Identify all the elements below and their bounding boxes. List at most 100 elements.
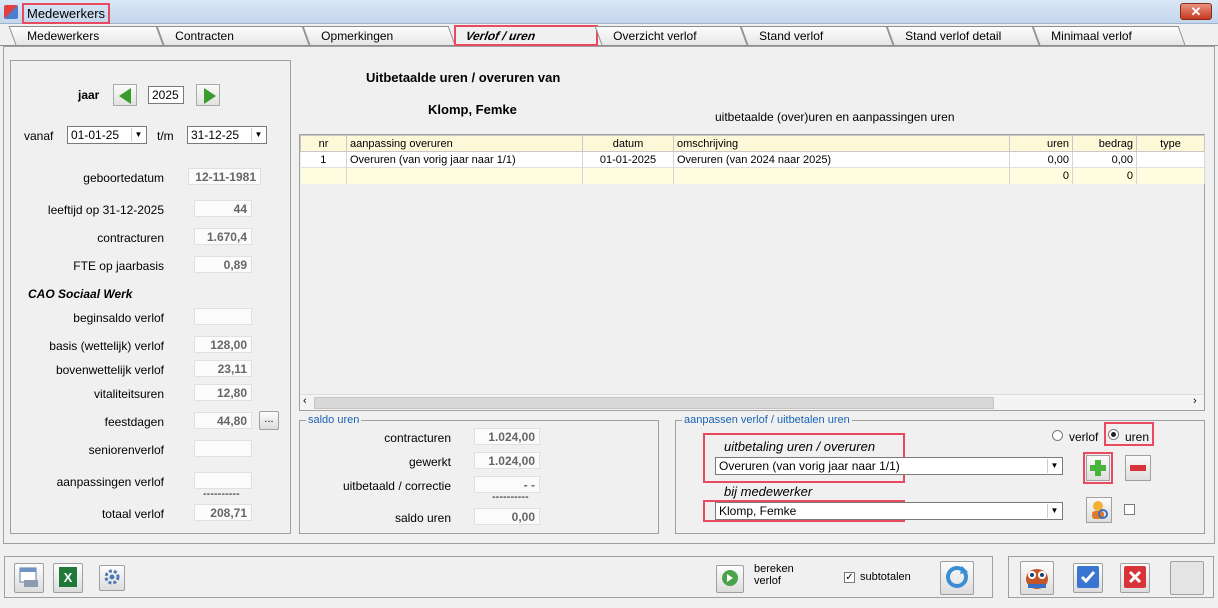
- grid-header-row: nr aanpassing overuren datum omschrijvin…: [300, 135, 1205, 152]
- column-header[interactable]: datum: [582, 135, 674, 152]
- column-header[interactable]: uren: [1009, 135, 1073, 152]
- medewerker-select[interactable]: Klomp, Femke ▼: [715, 502, 1063, 520]
- cell-aanpassing: [346, 167, 583, 184]
- jaar-input[interactable]: 2025: [148, 86, 184, 104]
- cell-uren: 0,00: [1009, 151, 1073, 168]
- tab-overzicht-verlof[interactable]: Overzicht verlof: [594, 26, 748, 45]
- column-header[interactable]: bedrag: [1072, 135, 1137, 152]
- cell-uren-total: 0: [1009, 167, 1073, 184]
- tab-minimaal-verlof[interactable]: Minimaal verlof: [1032, 26, 1186, 45]
- next-year-button[interactable]: [196, 84, 220, 106]
- contracturen-value: 1.670,4: [194, 228, 252, 245]
- saldo-contracturen-value: 1.024,00: [474, 428, 540, 445]
- cell-nr: 1: [300, 151, 347, 168]
- medewerker-checkbox[interactable]: [1124, 504, 1135, 515]
- divider-dashes: ----------: [492, 491, 529, 503]
- tab-stand-verlof[interactable]: Stand verlof: [740, 26, 894, 45]
- feestdagen-details-button[interactable]: ...: [259, 411, 279, 430]
- totals-row[interactable]: 0 0: [300, 167, 1205, 184]
- field-label: basis (wettelijk) verlof: [49, 339, 164, 353]
- cell-datum: [582, 167, 674, 184]
- horizontal-scrollbar[interactable]: ‹ ›: [300, 394, 1204, 410]
- scroll-thumb[interactable]: [314, 397, 994, 409]
- tab-opmerkingen[interactable]: Opmerkingen: [302, 26, 456, 45]
- field-label: gewerkt: [408, 455, 451, 469]
- column-header[interactable]: omschrijving: [673, 135, 1010, 152]
- tab-verlof-uren[interactable]: Verlof / uren: [454, 25, 598, 46]
- app-icon: [4, 5, 18, 19]
- cell-bedrag-total: 0: [1072, 167, 1137, 184]
- table-row[interactable]: 1 Overuren (van vorig jaar naar 1/1) 01-…: [300, 151, 1205, 168]
- subtotalen-label: subtotalen: [860, 571, 911, 583]
- chevron-down-icon: ▼: [1047, 504, 1061, 518]
- plus-icon: [1090, 460, 1106, 476]
- leeftijd-value: 44: [194, 200, 252, 217]
- tab-medewerkers[interactable]: Medewerkers: [8, 26, 164, 45]
- cancel-button[interactable]: [1120, 563, 1150, 593]
- scroll-right-icon[interactable]: ›: [1193, 395, 1197, 407]
- report-button[interactable]: [14, 563, 44, 593]
- field-label: vitaliteitsuren: [93, 387, 164, 401]
- scroll-left-icon[interactable]: ‹: [303, 395, 307, 407]
- jaar-label: jaar: [78, 88, 100, 102]
- refresh-icon: [946, 566, 968, 588]
- add-button[interactable]: [1086, 455, 1110, 481]
- chevron-down-icon: ▼: [1047, 459, 1061, 473]
- cell-datum: 01-01-2025: [582, 151, 674, 168]
- cell-aanpassing: Overuren (van vorig jaar naar 1/1): [346, 151, 583, 168]
- bereken-verlof-button[interactable]: [716, 565, 744, 593]
- chevron-down-icon: ▼: [131, 128, 145, 142]
- saldo-gewerkt-value: 1.024,00: [474, 452, 540, 469]
- remove-button[interactable]: [1125, 455, 1151, 481]
- svg-text:X: X: [64, 570, 73, 585]
- report-icon: [19, 567, 38, 587]
- aanpassen-group-title: aanpassen verlof / uitbetalen uren: [682, 414, 852, 426]
- excel-export-button[interactable]: X: [53, 563, 83, 593]
- calculate-icon: [722, 570, 738, 586]
- subtotalen-checkbox[interactable]: ✓: [844, 572, 855, 583]
- settings-button[interactable]: [99, 565, 125, 591]
- confirm-button[interactable]: [1073, 563, 1103, 593]
- field-label: saldo uren: [394, 511, 451, 525]
- geboortedatum-value: 12-11-1981: [188, 168, 261, 185]
- excel-icon: X: [59, 567, 77, 587]
- help-button[interactable]: [1020, 561, 1054, 595]
- tab-stand-verlof-detail[interactable]: Stand verlof detail: [886, 26, 1040, 45]
- data-grid: nr aanpassing overuren datum omschrijvin…: [299, 134, 1205, 411]
- column-header[interactable]: aanpassing overuren: [346, 135, 583, 152]
- vanaf-select[interactable]: 01-01-25 ▼: [67, 126, 147, 144]
- radio-verlof-label[interactable]: verlof: [1069, 430, 1098, 444]
- refresh-button[interactable]: [940, 561, 974, 595]
- field-label: totaal verlof: [101, 507, 164, 521]
- field-label: uitbetaald / correctie: [342, 479, 451, 493]
- close-button[interactable]: ✕: [1180, 3, 1212, 20]
- radio-verlof[interactable]: [1052, 430, 1063, 441]
- empty-button[interactable]: [1170, 561, 1204, 595]
- bij-medewerker-label: bij medewerker: [724, 484, 813, 499]
- field-label: geboortedatum: [83, 171, 164, 185]
- owl-icon: [1026, 569, 1048, 589]
- tab-contracten[interactable]: Contracten: [156, 26, 310, 45]
- radio-uren[interactable]: [1108, 429, 1119, 440]
- tm-select[interactable]: 31-12-25 ▼: [187, 126, 267, 144]
- field-label: contracturen: [97, 231, 164, 245]
- radio-uren-label[interactable]: uren: [1125, 430, 1149, 444]
- fte-value: 0,89: [194, 256, 252, 273]
- field-label: contracturen: [384, 431, 451, 445]
- search-employee-button[interactable]: [1086, 497, 1112, 523]
- prev-year-button[interactable]: [113, 84, 137, 106]
- seniorenverlof-value: [194, 440, 252, 457]
- field-label: FTE op jaarbasis: [73, 259, 164, 273]
- field-label: leeftijd op 31-12-2025: [47, 203, 164, 217]
- field-label: seniorenverlof: [88, 443, 164, 457]
- page-heading: Uitbetaalde uren / overuren van: [366, 70, 561, 85]
- vitaliteitsuren-value: 12,80: [194, 384, 252, 401]
- tm-label: t/m: [157, 129, 174, 143]
- cell-type: [1136, 167, 1205, 184]
- column-header[interactable]: type: [1136, 135, 1205, 152]
- field-label: aanpassingen verlof: [56, 475, 164, 489]
- uitbetaling-select[interactable]: Overuren (van vorig jaar naar 1/1) ▼: [715, 457, 1063, 475]
- feestdagen-value: 44,80: [194, 412, 252, 429]
- column-header[interactable]: nr: [300, 135, 347, 152]
- totaal-verlof-value: 208,71: [194, 504, 252, 521]
